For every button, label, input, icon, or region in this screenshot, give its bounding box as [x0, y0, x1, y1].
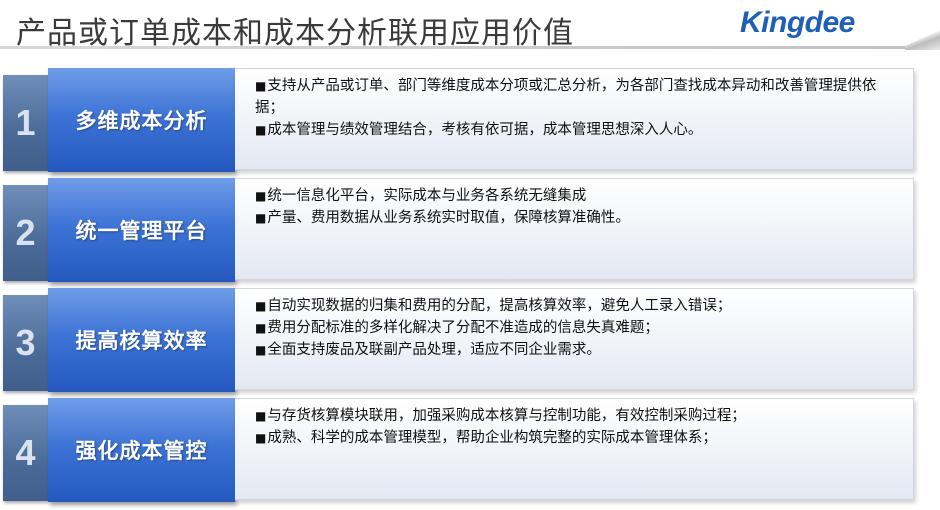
row-number-block: 1: [3, 75, 48, 171]
bullet-text: 与存货核算模块联用，加强采购成本核算与控制功能，有效控制采购过程；: [267, 408, 746, 424]
bullet-text: 产量、费用数据从业务系统实时取值，保障核算准确性。: [267, 210, 630, 226]
row-description-panel: ■自动实现数据的归集和费用的分配，提高核算效率，避免人工录入错误； ■费用分配标…: [235, 288, 914, 390]
bullet-item: ■费用分配标准的多样化解决了分配不准造成的信息失真难题；: [255, 317, 905, 339]
row-number: 4: [15, 432, 36, 473]
header-divider: [0, 46, 905, 49]
bullet-item: ■产量、费用数据从业务系统实时取值，保障核算准确性。: [255, 207, 905, 229]
row-label: 统一管理平台: [75, 219, 208, 243]
bullet-list: ■与存货核算模块联用，加强采购成本核算与控制功能，有效控制采购过程； ■成熟、科…: [255, 405, 905, 449]
bullet-item: ■与存货核算模块联用，加强采购成本核算与控制功能，有效控制采购过程；: [255, 405, 905, 427]
bullet-item: ■统一信息化平台，实际成本与业务各系统无缝集成: [255, 185, 905, 207]
bullet-text: 统一信息化平台，实际成本与业务各系统无缝集成: [267, 188, 587, 204]
bullet-list: ■自动实现数据的归集和费用的分配，提高核算效率，避免人工录入错误； ■费用分配标…: [255, 295, 905, 361]
row-number: 3: [15, 322, 36, 363]
square-bullet-icon: ■: [255, 79, 267, 93]
bullet-item: ■自动实现数据的归集和费用的分配，提高核算效率，避免人工录入错误；: [255, 295, 905, 317]
bullet-text: 成本管理与绩效管理结合，考核有依可据，成本管理思想深入人心。: [267, 122, 703, 138]
bullet-text: 全面支持废品及联副产品处理，适应不同企业需求。: [267, 342, 601, 358]
square-bullet-icon: ■: [255, 343, 267, 357]
row-label-block: 统一管理平台: [48, 178, 235, 282]
row-label-block: 多维成本分析: [48, 68, 235, 172]
row-description-panel: ■与存货核算模块联用，加强采购成本核算与控制功能，有效控制采购过程； ■成熟、科…: [235, 398, 914, 500]
row-description-panel: ■支持从产品或订单、部门等维度成本分项或汇总分析，为各部门查找成本异动和改善管理…: [235, 68, 914, 170]
bullet-item: ■成熟、科学的成本管理模型，帮助企业构筑完整的实际成本管理体系；: [255, 427, 905, 449]
row-number: 1: [15, 102, 36, 143]
bullet-text: 成熟、科学的成本管理模型，帮助企业构筑完整的实际成本管理体系；: [267, 430, 717, 446]
row-description-panel: ■统一信息化平台，实际成本与业务各系统无缝集成 ■产量、费用数据从业务系统实时取…: [235, 178, 914, 280]
bullet-item: ■支持从产品或订单、部门等维度成本分项或汇总分析，为各部门查找成本异动和改善管理…: [255, 75, 905, 119]
square-bullet-icon: ■: [255, 211, 267, 225]
row-label: 提高核算效率: [75, 329, 208, 353]
row-number-block: 2: [3, 185, 48, 281]
square-bullet-icon: ■: [255, 189, 267, 203]
row-label-block: 提高核算效率: [48, 288, 235, 392]
row-label: 多维成本分析: [75, 109, 208, 133]
bullet-list: ■支持从产品或订单、部门等维度成本分项或汇总分析，为各部门查找成本异动和改善管理…: [255, 75, 905, 141]
bullet-list: ■统一信息化平台，实际成本与业务各系统无缝集成 ■产量、费用数据从业务系统实时取…: [255, 185, 905, 229]
row-number-block: 3: [3, 295, 48, 391]
square-bullet-icon: ■: [255, 431, 267, 445]
square-bullet-icon: ■: [255, 299, 267, 313]
bullet-text: 支持从产品或订单、部门等维度成本分项或汇总分析，为各部门查找成本异动和改善管理提…: [255, 78, 877, 116]
bullet-item: ■全面支持废品及联副产品处理，适应不同企业需求。: [255, 339, 905, 361]
bullet-text: 费用分配标准的多样化解决了分配不准造成的信息失真难题；: [267, 320, 659, 336]
page-curl-decoration: [905, 30, 940, 50]
bullet-text: 自动实现数据的归集和费用的分配，提高核算效率，避免人工录入错误；: [267, 298, 732, 314]
kingdee-logo: Kingdee: [740, 6, 855, 39]
square-bullet-icon: ■: [255, 321, 267, 335]
bullet-item: ■成本管理与绩效管理结合，考核有依可据，成本管理思想深入人心。: [255, 119, 905, 141]
row-label-block: 强化成本管控: [48, 398, 235, 502]
row-label: 强化成本管控: [75, 439, 208, 463]
row-number: 2: [15, 212, 36, 253]
square-bullet-icon: ■: [255, 123, 267, 137]
row-number-block: 4: [3, 405, 48, 501]
square-bullet-icon: ■: [255, 409, 267, 423]
